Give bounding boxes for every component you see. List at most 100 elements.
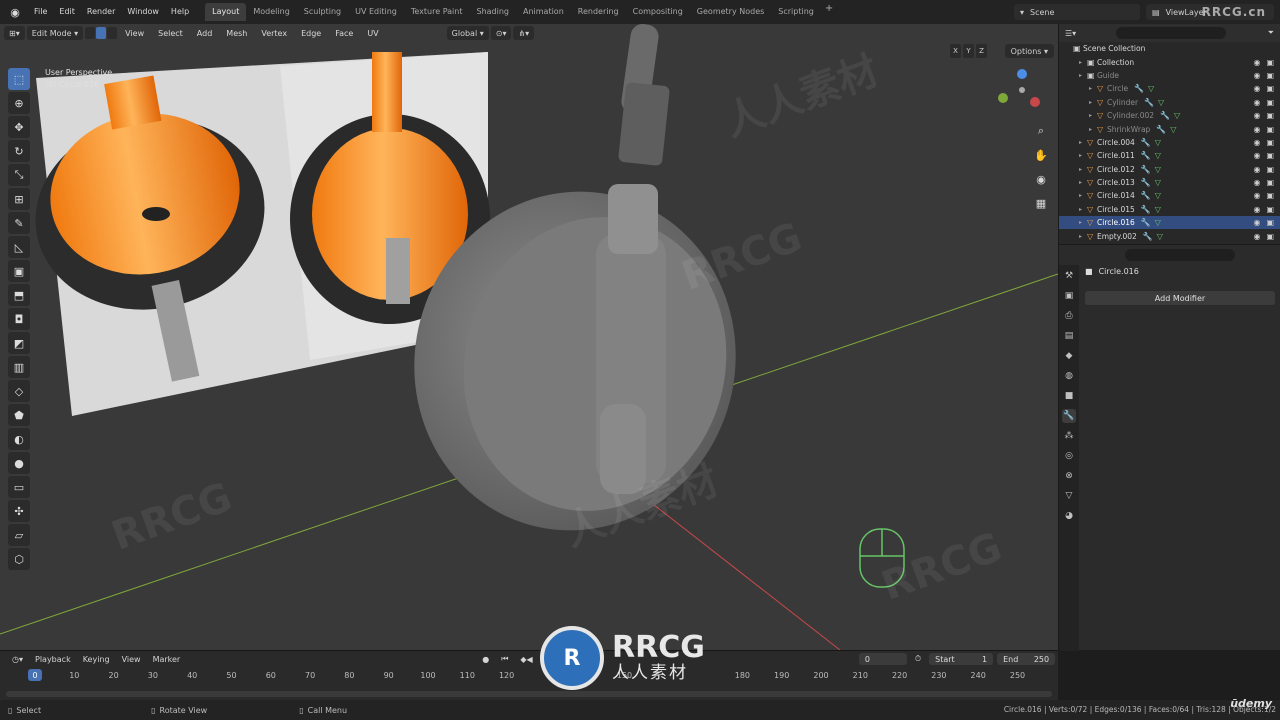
visibility-eye-icon[interactable]: ◉ bbox=[1253, 178, 1260, 187]
outliner-item[interactable]: ▸ ▽ Circle.012 🔧 ▽ ◉ ▣ bbox=[1059, 163, 1280, 176]
annotate-icon[interactable]: ✎ bbox=[8, 212, 30, 234]
render-camera-icon[interactable]: ▣ bbox=[1266, 191, 1274, 200]
add-workspace-icon[interactable]: + bbox=[825, 3, 833, 21]
expand-arrow-icon[interactable]: ▸ bbox=[1079, 192, 1087, 199]
visibility-eye-icon[interactable]: ◉ bbox=[1253, 98, 1260, 107]
particles-tab-icon[interactable]: ⁂ bbox=[1062, 429, 1076, 443]
stopwatch-icon[interactable]: ⏱ bbox=[911, 654, 925, 664]
tab-layout[interactable]: Layout bbox=[205, 3, 247, 21]
material-tab-icon[interactable]: ◕ bbox=[1062, 509, 1076, 523]
menu-marker[interactable]: Marker bbox=[149, 655, 185, 664]
menu-mesh[interactable]: Mesh bbox=[220, 29, 253, 38]
select-mode-toggle[interactable] bbox=[85, 27, 118, 39]
visibility-eye-icon[interactable]: ◉ bbox=[1253, 58, 1260, 67]
render-camera-icon[interactable]: ▣ bbox=[1266, 218, 1274, 227]
render-tab-icon[interactable]: ▣ bbox=[1062, 289, 1076, 303]
visibility-eye-icon[interactable]: ◉ bbox=[1253, 218, 1260, 227]
edge-slide-icon[interactable]: ▭ bbox=[8, 476, 30, 498]
view-layer-tab-icon[interactable]: ▤ bbox=[1062, 329, 1076, 343]
outliner-item[interactable]: ▸ ▽ Cylinder 🔧 ▽ ◉ ▣ bbox=[1059, 96, 1280, 109]
tab-sculpting[interactable]: Sculpting bbox=[297, 3, 348, 21]
menu-help[interactable]: Help bbox=[165, 0, 195, 24]
outliner-item[interactable]: ▸ ▽ Circle.013 🔧 ▽ ◉ ▣ bbox=[1059, 176, 1280, 189]
tab-scripting[interactable]: Scripting bbox=[771, 3, 821, 21]
render-camera-icon[interactable]: ▣ bbox=[1266, 58, 1274, 67]
scale-icon[interactable]: ⤡ bbox=[8, 164, 30, 186]
timeline-editor-icon[interactable]: ◷▾ bbox=[8, 655, 27, 664]
outliner-search-input[interactable] bbox=[1116, 27, 1227, 39]
tab-modeling[interactable]: Modeling bbox=[246, 3, 296, 21]
render-camera-icon[interactable]: ▣ bbox=[1266, 84, 1274, 93]
visibility-eye-icon[interactable]: ◉ bbox=[1253, 165, 1260, 174]
outliner-editor-icon[interactable]: ☰▾ bbox=[1065, 29, 1076, 38]
render-camera-icon[interactable]: ▣ bbox=[1266, 178, 1274, 187]
render-camera-icon[interactable]: ▣ bbox=[1266, 232, 1274, 241]
outliner-item[interactable]: ▸ ▽ Circle.004 🔧 ▽ ◉ ▣ bbox=[1059, 136, 1280, 149]
playhead[interactable]: 0 bbox=[28, 669, 42, 681]
rotate-icon[interactable]: ↻ bbox=[8, 140, 30, 162]
snap-icon[interactable]: ⋔▾ bbox=[513, 26, 535, 40]
render-camera-icon[interactable]: ▣ bbox=[1266, 71, 1274, 80]
smooth-icon[interactable]: ● bbox=[8, 452, 30, 474]
expand-arrow-icon[interactable]: ▸ bbox=[1089, 85, 1097, 92]
tab-compositing[interactable]: Compositing bbox=[626, 3, 690, 21]
add-cube-icon[interactable]: ▣ bbox=[8, 260, 30, 282]
menu-window[interactable]: Window bbox=[121, 0, 165, 24]
render-camera-icon[interactable]: ▣ bbox=[1266, 151, 1274, 160]
end-frame-field[interactable]: End 250 bbox=[997, 653, 1056, 665]
render-camera-icon[interactable]: ▣ bbox=[1266, 98, 1274, 107]
tab-shading[interactable]: Shading bbox=[469, 3, 516, 21]
render-camera-icon[interactable]: ▣ bbox=[1266, 138, 1274, 147]
outliner-item[interactable]: ▸ ▣ Guide ◉ ▣ bbox=[1059, 69, 1280, 82]
menu-uv[interactable]: UV bbox=[361, 29, 384, 38]
render-camera-icon[interactable]: ▣ bbox=[1266, 205, 1274, 214]
visibility-eye-icon[interactable]: ◉ bbox=[1253, 205, 1260, 214]
zoom-icon[interactable]: ⌕ bbox=[1032, 122, 1050, 140]
axis-x-toggle[interactable]: X bbox=[950, 44, 961, 58]
select-box-icon[interactable]: ⬚ bbox=[8, 68, 30, 90]
visibility-eye-icon[interactable]: ◉ bbox=[1253, 111, 1260, 120]
expand-arrow-icon[interactable]: ▸ bbox=[1079, 59, 1087, 66]
physics-tab-icon[interactable]: ◎ bbox=[1062, 449, 1076, 463]
outliner-root[interactable]: ▣ Scene Collection bbox=[1059, 42, 1280, 55]
axis-y-toggle[interactable]: Y bbox=[963, 44, 974, 58]
camera-icon[interactable]: ◉ bbox=[1032, 170, 1050, 188]
knife-icon[interactable]: ◇ bbox=[8, 380, 30, 402]
bevel-icon[interactable]: ◩ bbox=[8, 332, 30, 354]
menu-edit[interactable]: Edit bbox=[53, 0, 81, 24]
blender-logo-icon[interactable]: ◉ bbox=[6, 3, 24, 21]
menu-render[interactable]: Render bbox=[81, 0, 121, 24]
visibility-eye-icon[interactable]: ◉ bbox=[1253, 71, 1260, 80]
menu-view[interactable]: View bbox=[119, 29, 150, 38]
outliner-item[interactable]: ▸ ▣ Collection ◉ ▣ bbox=[1059, 55, 1280, 68]
tab-animation[interactable]: Animation bbox=[516, 3, 571, 21]
scene-tab-icon[interactable]: ◆ bbox=[1062, 349, 1076, 363]
object-tab-icon[interactable]: ■ bbox=[1062, 389, 1076, 403]
visibility-eye-icon[interactable]: ◉ bbox=[1253, 138, 1260, 147]
visibility-eye-icon[interactable]: ◉ bbox=[1253, 191, 1260, 200]
record-icon[interactable]: ● bbox=[478, 655, 493, 664]
expand-arrow-icon[interactable]: ▸ bbox=[1089, 126, 1097, 133]
constraints-tab-icon[interactable]: ⊗ bbox=[1062, 469, 1076, 483]
inset-icon[interactable]: ◘ bbox=[8, 308, 30, 330]
tab-uv-editing[interactable]: UV Editing bbox=[348, 3, 404, 21]
outliner-item[interactable]: ▸ ▽ Circle.015 🔧 ▽ ◉ ▣ bbox=[1059, 203, 1280, 216]
menu-vertex[interactable]: Vertex bbox=[255, 29, 293, 38]
3d-viewport[interactable]: ⊞▾ Edit Mode ▾ View Select Add Mesh Vert… bbox=[0, 24, 1058, 650]
spin-icon[interactable]: ◐ bbox=[8, 428, 30, 450]
editor-type-button[interactable]: ⊞▾ bbox=[4, 26, 25, 40]
visibility-eye-icon[interactable]: ◉ bbox=[1253, 151, 1260, 160]
render-camera-icon[interactable]: ▣ bbox=[1266, 111, 1274, 120]
properties-search-input[interactable] bbox=[1125, 249, 1235, 261]
pivot-icon[interactable]: ⊙▾ bbox=[490, 26, 512, 40]
cursor-icon[interactable]: ⊕ bbox=[8, 92, 30, 114]
expand-arrow-icon[interactable]: ▸ bbox=[1079, 166, 1087, 173]
mode-selector[interactable]: Edit Mode ▾ bbox=[26, 26, 84, 40]
expand-arrow-icon[interactable]: ▸ bbox=[1079, 152, 1087, 159]
loop-cut-icon[interactable]: ▥ bbox=[8, 356, 30, 378]
options-dropdown[interactable]: Options ▾ bbox=[1004, 44, 1054, 58]
menu-keying[interactable]: Keying bbox=[79, 655, 114, 664]
move-icon[interactable]: ✥ bbox=[8, 116, 30, 138]
expand-arrow-icon[interactable]: ▸ bbox=[1089, 99, 1097, 106]
extrude-icon[interactable]: ⬒ bbox=[8, 284, 30, 306]
